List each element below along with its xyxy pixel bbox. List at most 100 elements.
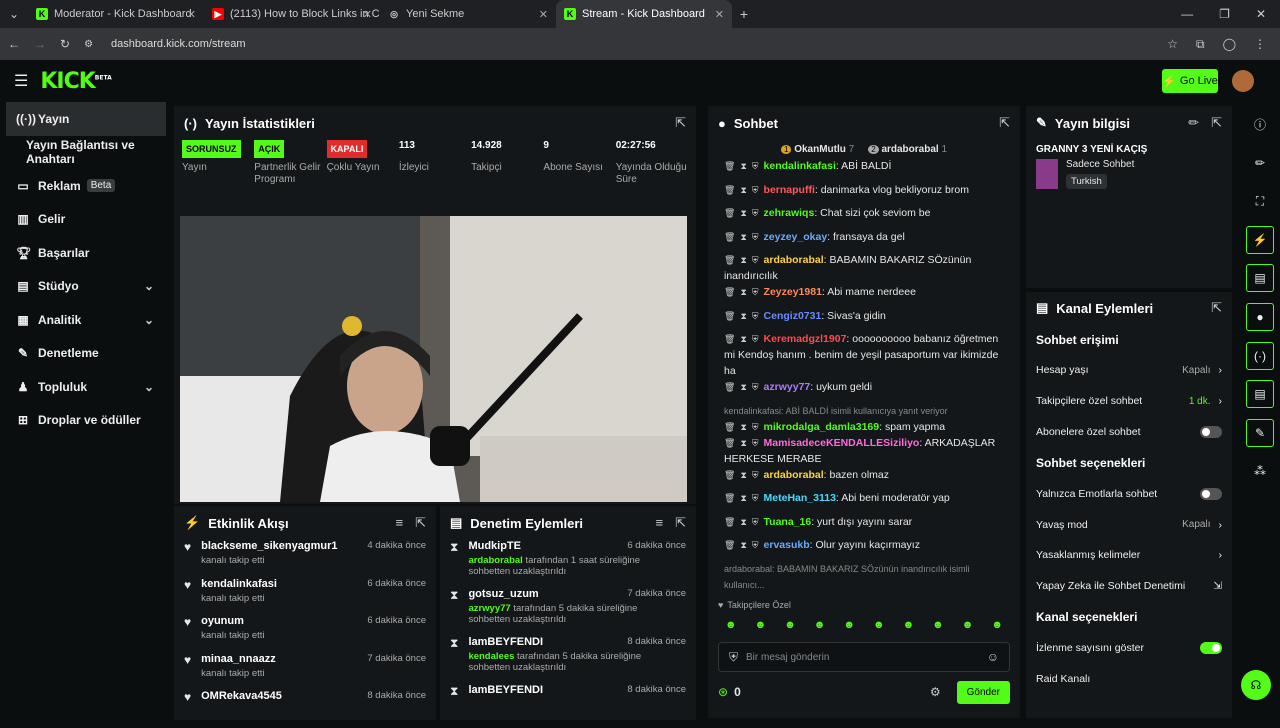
chat-message[interactable]: 🗑︎ ⧗ ⛨ Zeyzey1981: Abi mame nerdeee xyxy=(716,284,1012,308)
new-tab-icon[interactable]: + xyxy=(732,6,756,22)
emote-icon[interactable]: ☻ xyxy=(991,619,1003,631)
delete-icon[interactable]: 🗑︎ xyxy=(724,382,735,392)
delete-icon[interactable]: 🗑︎ xyxy=(724,540,735,550)
help-headset-icon[interactable]: ☊ xyxy=(1241,670,1271,700)
delete-icon[interactable]: 🗑︎ xyxy=(724,596,735,597)
chat-message[interactable]: 🗑︎ ⧗ ⛨ MamisadeceKENDALLESiziliyo: ARKADAŞL… xyxy=(716,435,1012,467)
browser-tab-moderator[interactable]: K Moderator - Kick Dashboard ✕ xyxy=(28,0,204,28)
raid-row[interactable]: Raid Kanalı xyxy=(1026,663,1232,694)
settings-gear-icon[interactable]: ⚙ xyxy=(930,685,941,699)
fullscreen-icon[interactable]: ⛶ xyxy=(1246,187,1274,215)
chat-message[interactable]: 🗑︎ ⧗ ⛨ kendalinkafasi: ABİ BALDİ xyxy=(716,158,1012,182)
ban-shield-icon[interactable]: ⛨ xyxy=(752,311,759,321)
timeout-hourglass-icon[interactable]: ⧗ xyxy=(740,311,746,321)
bookmark-star-icon[interactable]: ☆ xyxy=(1167,37,1178,52)
delete-icon[interactable]: 🗑︎ xyxy=(724,185,735,195)
restore-icon[interactable]: ❐ xyxy=(1219,7,1230,21)
stream-preview-video[interactable] xyxy=(180,216,687,502)
popout-icon[interactable]: ⇱ xyxy=(1211,115,1222,131)
menu-dots-icon[interactable]: ⋮ xyxy=(1254,37,1266,52)
forward-icon[interactable]: → xyxy=(34,37,46,51)
document-icon[interactable]: ▤ xyxy=(1246,264,1274,293)
feed-username[interactable]: oyunum xyxy=(201,615,264,627)
delete-icon[interactable]: 🗑︎ xyxy=(724,438,735,448)
chat-username[interactable]: ardaborabal xyxy=(764,254,824,266)
account-age-row[interactable]: Hesap yaşı Kapalı › xyxy=(1026,355,1232,386)
emote-icon[interactable]: ☻ xyxy=(755,619,767,631)
emotes-only-toggle[interactable] xyxy=(1200,487,1222,500)
chat-message[interactable]: 🗑︎ ⧗ ⛨ Cengiz0731: Sivas'a gidin xyxy=(716,308,1012,332)
close-tab-icon[interactable]: ✕ xyxy=(187,8,196,21)
broadcast-icon[interactable]: (·) xyxy=(1246,341,1274,370)
ban-shield-icon[interactable]: ⛨ xyxy=(752,438,759,448)
edit-pencil-icon[interactable]: ✏ xyxy=(1188,115,1199,131)
emote-icon[interactable]: ☻ xyxy=(873,619,885,631)
category-name[interactable]: Sadece Sohbet xyxy=(1066,159,1134,170)
timeout-hourglass-icon[interactable]: ⧗ xyxy=(740,422,746,432)
ban-shield-icon[interactable]: ⛨ xyxy=(752,470,759,480)
timeout-hourglass-icon[interactable]: ⧗ xyxy=(740,540,746,550)
chat-message[interactable]: 🗑︎ ⧗ ⛨ zehrawiqs: Chat sizi çok seviom be xyxy=(716,205,1012,229)
edit-pencil-icon[interactable]: ✏ xyxy=(1246,149,1274,177)
ban-shield-icon[interactable]: ⛨ xyxy=(752,517,759,527)
chat-username[interactable]: azrwyy77 xyxy=(764,381,811,393)
timeout-hourglass-icon[interactable]: ⧗ xyxy=(740,517,746,527)
slow-mode-row[interactable]: Yavaş mod Kapalı › xyxy=(1026,509,1232,540)
popout-icon[interactable]: ⇱ xyxy=(675,115,686,131)
chat-username[interactable]: MamisadeceKENDALLESiziliyo xyxy=(764,437,920,449)
emote-icon[interactable]: ☻ xyxy=(814,619,826,631)
top-chatter[interactable]: 2 ardaborabal 1 xyxy=(868,144,947,155)
timeout-hourglass-icon[interactable]: ⧗ xyxy=(740,208,746,218)
back-icon[interactable]: ← xyxy=(8,37,20,51)
chat-username[interactable]: zeyzey_okay xyxy=(764,231,828,243)
delete-icon[interactable]: 🗑︎ xyxy=(724,422,735,432)
chat-username[interactable]: Cengiz0731 xyxy=(764,310,822,322)
chat-username[interactable]: Tuana_16 xyxy=(764,516,812,528)
moderator-name[interactable]: ardaborabal xyxy=(468,555,522,566)
chat-username[interactable]: ardaborabal xyxy=(764,469,824,481)
browser-tab-stream[interactable]: K Stream - Kick Dashboard ✕ xyxy=(556,0,732,28)
chat-message[interactable]: 🗑︎ ⧗ ⛨ MeteHan_3113: Abi beni moderatör yap xyxy=(716,490,1012,514)
mod-target-user[interactable]: lamBEYFENDI xyxy=(468,684,543,696)
emote-icon[interactable]: ☻ xyxy=(903,619,915,631)
delete-icon[interactable]: 🗑︎ xyxy=(724,255,735,265)
ban-shield-icon[interactable]: ⛨ xyxy=(752,208,759,218)
popout-icon[interactable]: ⇱ xyxy=(675,515,686,531)
browser-tab-youtube[interactable]: ▶ (2113) How to Block Links in Ch ✕ xyxy=(204,0,380,28)
timeout-hourglass-icon[interactable]: ⧗ xyxy=(740,493,746,503)
timeout-hourglass-icon[interactable]: ⧗ xyxy=(740,596,746,597)
browser-tab-new[interactable]: ◎ Yeni Sekme ✕ xyxy=(380,0,556,28)
timeout-hourglass-icon[interactable]: ⧗ xyxy=(740,185,746,195)
sidebar-item-topluluk[interactable]: ♟ Topluluk ⌄ xyxy=(0,370,172,404)
chat-message[interactable]: kendalinkafasi: ABİ BALDİ isimli kullanı… xyxy=(716,403,1012,435)
chat-message-list[interactable]: 🗑︎ ⧗ ⛨ kendalinkafasi: ABİ BALDİ 🗑︎ ⧗ ⛨ bernapu… xyxy=(708,158,1020,596)
chat-username[interactable]: bernapuffi xyxy=(764,184,815,196)
sidebar-item-basarilar[interactable]: 🏆︎ Başarılar xyxy=(0,236,172,270)
chat-username[interactable]: Zeyzey1981 xyxy=(764,286,822,298)
top-chatter[interactable]: 1 OkanMutlu 7 xyxy=(780,144,854,155)
close-tab-icon[interactable]: ✕ xyxy=(715,8,724,21)
sidebar-item-studyo[interactable]: ▤ Stüdyo ⌄ xyxy=(0,270,172,304)
lightning-icon[interactable]: ⚡ xyxy=(1246,225,1274,254)
delete-icon[interactable]: 🗑︎ xyxy=(724,287,735,297)
sidebar-item-analitik[interactable]: ▦ Analitik ⌄ xyxy=(0,303,172,337)
chat-message[interactable]: 🗑︎ ⧗ ⛨ bernapuffi: danimarka vlog bekliyoru… xyxy=(716,182,1012,206)
chat-username[interactable]: zehrawiqs xyxy=(764,207,815,219)
ban-shield-icon[interactable]: ⛨ xyxy=(752,185,759,195)
timeout-hourglass-icon[interactable]: ⧗ xyxy=(740,382,746,392)
send-button[interactable]: Gönder xyxy=(956,680,1010,704)
profile-icon[interactable]: ◯ xyxy=(1223,37,1236,52)
delete-icon[interactable]: 🗑︎ xyxy=(724,334,735,344)
minimize-icon[interactable]: — xyxy=(1181,7,1193,21)
channel-icon[interactable]: ▤ xyxy=(1246,380,1274,409)
chat-username[interactable]: Keremadgzl1907 xyxy=(764,333,847,345)
filter-icon[interactable]: ≡ xyxy=(656,515,664,531)
timeout-hourglass-icon[interactable]: ⧗ xyxy=(740,255,746,265)
chat-message[interactable]: 🗑︎ ⧗ ⛨ azrwyy77: uykum geldi xyxy=(716,379,1012,403)
chat-username[interactable]: MeteHan_3113 xyxy=(764,492,836,504)
chat-message[interactable]: 🗑︎ ⧗ ⛨ zeyzey_okay: fransaya da gel xyxy=(716,229,1012,253)
filter-icon[interactable]: ≡ xyxy=(396,515,404,531)
close-tab-icon[interactable]: ✕ xyxy=(363,8,372,21)
chat-message[interactable]: 🗑︎ ⧗ ⛨ Tuana_16: yurt dışı yayını sarar xyxy=(716,514,1012,538)
chat-username[interactable]: Ecrin19_03 xyxy=(764,595,819,597)
